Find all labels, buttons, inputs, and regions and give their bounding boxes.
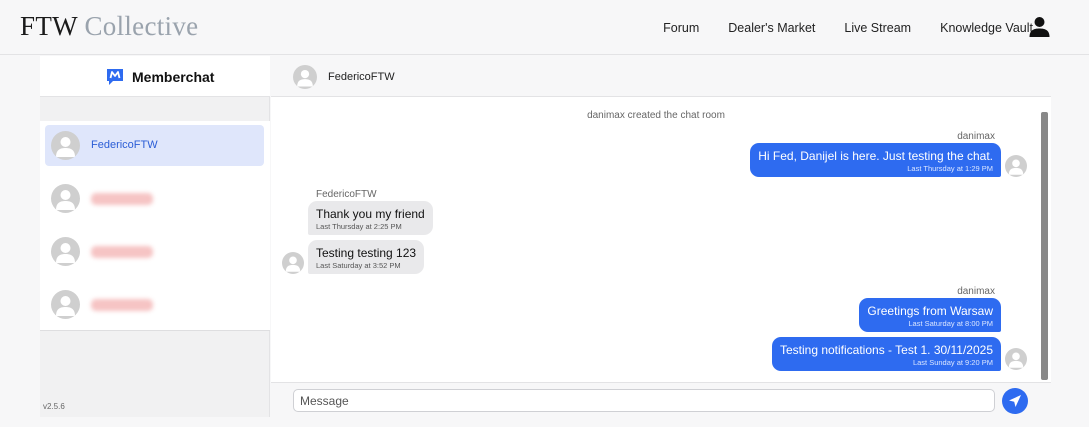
avatar-placeholder-icon: [51, 290, 80, 319]
message-text: Greetings from Warsaw: [867, 304, 993, 318]
system-message: danimax created the chat room: [587, 110, 725, 121]
avatar-placeholder-icon: [293, 65, 317, 89]
nav-dealers-market[interactable]: Dealer's Market: [728, 21, 815, 35]
avatar-placeholder-icon: [51, 184, 80, 213]
main-nav: Forum Dealer's Market Live Stream Knowle…: [663, 0, 1033, 55]
message-list-scrollbar[interactable]: [1041, 112, 1048, 380]
contact-item-active[interactable]: FedericoFTW: [45, 125, 264, 166]
sidebar-title: Memberchat: [132, 69, 215, 85]
contact-item[interactable]: [45, 178, 264, 219]
brand-name-secondary: Collective: [84, 11, 199, 41]
avatar-placeholder-icon: [51, 237, 80, 266]
message-bubble-incoming[interactable]: Testing testing 123 Last Saturday at 3:5…: [308, 240, 425, 274]
contact-item[interactable]: [45, 231, 264, 272]
avatar-placeholder-icon: [1005, 155, 1027, 177]
message-list[interactable]: danimax created the chat room danimax Hi…: [271, 97, 1051, 382]
message-time: Last Thursday at 1:29 PM: [907, 164, 993, 173]
redacted-contact-name: [91, 246, 153, 258]
message-sender: danimax: [957, 131, 995, 142]
message-text: Hi Fed, Danijel is here. Just testing th…: [758, 149, 993, 163]
send-button[interactable]: [1002, 388, 1028, 414]
top-navbar: FTW Collective Forum Dealer's Market Liv…: [0, 0, 1089, 55]
nav-knowledge-vault[interactable]: Knowledge Vault: [940, 21, 1033, 35]
message-text: Testing testing 123: [316, 246, 417, 260]
message-text: Thank you my friend: [316, 207, 425, 221]
chat-header: FedericoFTW: [271, 56, 1051, 97]
brand-logo[interactable]: FTW Collective: [20, 11, 198, 42]
avatar-placeholder-icon: [51, 131, 80, 160]
redacted-contact-name: [91, 299, 153, 311]
message-sender: danimax: [957, 286, 995, 297]
nav-forum[interactable]: Forum: [663, 21, 699, 35]
message-time: Last Thursday at 2:25 PM: [316, 222, 402, 231]
brand-name-primary: FTW: [20, 11, 78, 41]
message-input[interactable]: [293, 389, 995, 412]
chat-partner-name: FedericoFTW: [328, 71, 395, 83]
contact-list: FedericoFTW: [40, 121, 270, 331]
message-time: Last Saturday at 3:52 PM: [316, 261, 401, 270]
message-composer: [271, 382, 1051, 417]
redacted-contact-name: [91, 193, 153, 205]
message-text: Testing notifications - Test 1. 30/11/20…: [779, 343, 993, 357]
avatar-placeholder-icon: [1005, 348, 1027, 370]
message-bubble-incoming[interactable]: Thank you my friend Last Thursday at 2:2…: [308, 201, 433, 235]
nav-live-stream[interactable]: Live Stream: [844, 21, 911, 35]
message-sender: FedericoFTW: [316, 189, 377, 200]
message-time: Last Saturday at 8:00 PM: [908, 319, 993, 328]
avatar-placeholder-icon: [282, 252, 304, 274]
contact-item[interactable]: [45, 284, 264, 325]
message-bubble-outgoing[interactable]: Hi Fed, Danijel is here. Just testing th…: [750, 143, 1001, 177]
send-icon: [1009, 395, 1021, 407]
contact-name: FedericoFTW: [91, 139, 158, 151]
memberchat-logo-icon: [107, 69, 123, 85]
app-version: v2.5.6: [43, 402, 65, 411]
user-icon[interactable]: [1029, 16, 1050, 38]
sidebar-header: Memberchat: [40, 56, 270, 97]
message-bubble-outgoing[interactable]: Greetings from Warsaw Last Saturday at 8…: [859, 298, 1001, 332]
message-time: Last Sunday at 9:20 PM: [912, 358, 993, 367]
message-bubble-outgoing[interactable]: Testing notifications - Test 1. 30/11/20…: [771, 337, 1001, 371]
conversations-sidebar: Memberchat FedericoFTW v2.5.6: [40, 56, 270, 417]
